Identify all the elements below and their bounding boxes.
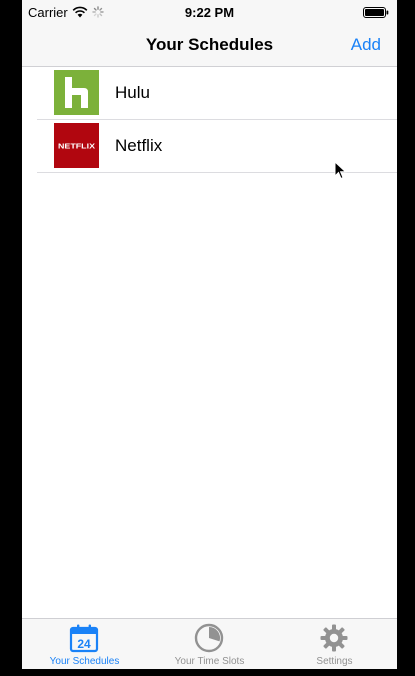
navigation-bar: Your Schedules Add [22, 24, 397, 67]
list-item-label: Netflix [115, 136, 163, 155]
list-item-label: Hulu [115, 83, 150, 102]
mouse-pointer-icon [334, 161, 347, 180]
clock-time: 9:22 PM [184, 5, 235, 20]
add-button[interactable]: Add [351, 35, 381, 55]
tab-your-time-slots[interactable]: Your Time Slots [147, 619, 272, 669]
page-title: Your Schedules [145, 35, 274, 54]
tab-settings[interactable]: Settings [272, 619, 397, 669]
tab-label: Your Schedules [49, 656, 120, 667]
tab-label: Settings [316, 656, 353, 667]
list-item-hulu[interactable]: Hulu [22, 67, 397, 120]
phone-screen: Carrier 9:22 PM Your Schedules Add Hulu … [22, 0, 397, 669]
tab-label: Your Time Slots [174, 656, 245, 667]
calendar-icon: 24 [69, 624, 99, 653]
schedule-list: Hulu NETFLIX Netflix [22, 67, 397, 173]
tab-bar: 24 Your Schedules Your Time Slots Settin… [22, 618, 397, 669]
pie-chart-icon [194, 623, 224, 653]
svg-text:NETFLIX: NETFLIX [58, 142, 95, 151]
status-bar: Carrier 9:22 PM [22, 0, 397, 24]
battery-icon [363, 7, 389, 18]
calendar-badge: 24 [77, 637, 91, 651]
hulu-logo [54, 70, 99, 115]
gear-icon [320, 624, 348, 652]
tab-your-schedules[interactable]: 24 Your Schedules [22, 619, 147, 669]
netflix-logo: NETFLIX [54, 123, 99, 168]
